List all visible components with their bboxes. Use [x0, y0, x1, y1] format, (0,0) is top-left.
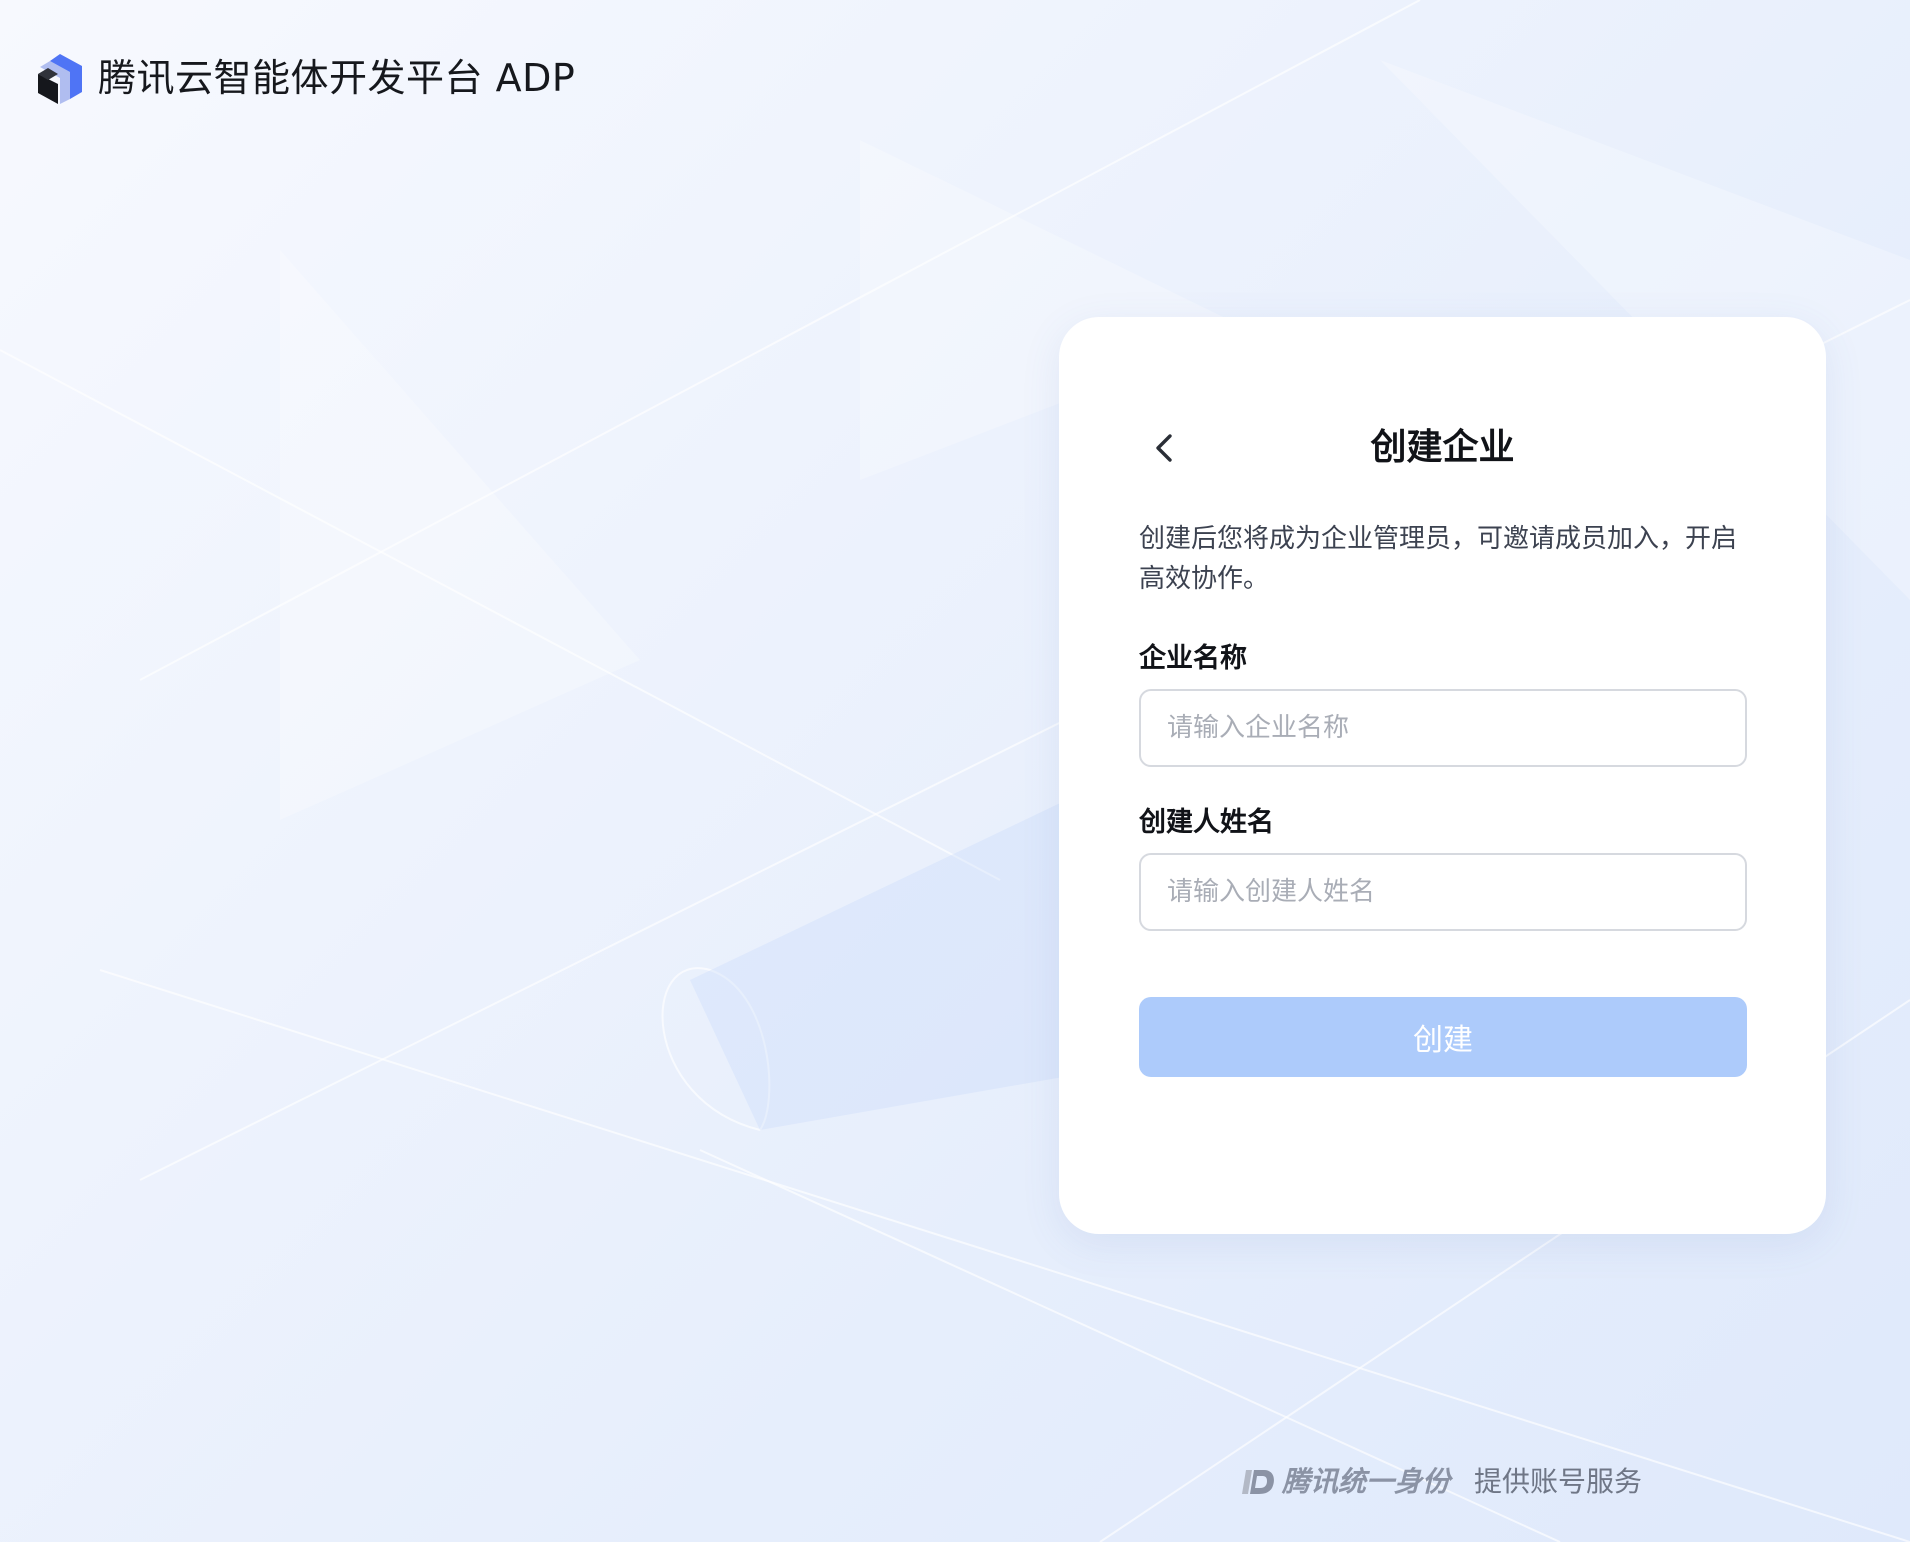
- tencent-id-icon: [1242, 1470, 1274, 1494]
- enterprise-name-label: 企业名称: [1139, 643, 1247, 674]
- enterprise-name-input[interactable]: [1139, 689, 1747, 767]
- brand-header: 腾讯云智能体开发平台 ADP: [36, 52, 575, 104]
- creator-name-input[interactable]: [1139, 853, 1747, 931]
- page-title: 创建企业: [1370, 427, 1515, 468]
- create-button[interactable]: 创建: [1139, 997, 1747, 1077]
- creator-name-label: 创建人姓名: [1139, 807, 1274, 838]
- create-enterprise-card: 创建企业 创建后您将成为企业管理员，可邀请成员加入，开启高效协作。 企业名称 创…: [1059, 317, 1826, 1234]
- tencent-cloud-cube-icon: [38, 54, 82, 104]
- card-header: 创建企业: [1059, 405, 1826, 491]
- account-provider-footer: 腾讯统一身份 提供账号服务: [1240, 1462, 1642, 1502]
- footer-service: 提供账号服务: [1474, 1465, 1643, 1498]
- brand-name: 腾讯云智能体开发平台 ADP: [98, 56, 576, 100]
- card-description: 创建后您将成为企业管理员，可邀请成员加入，开启高效协作。: [1139, 524, 1738, 594]
- footer-brand: 腾讯统一身份: [1282, 1465, 1451, 1498]
